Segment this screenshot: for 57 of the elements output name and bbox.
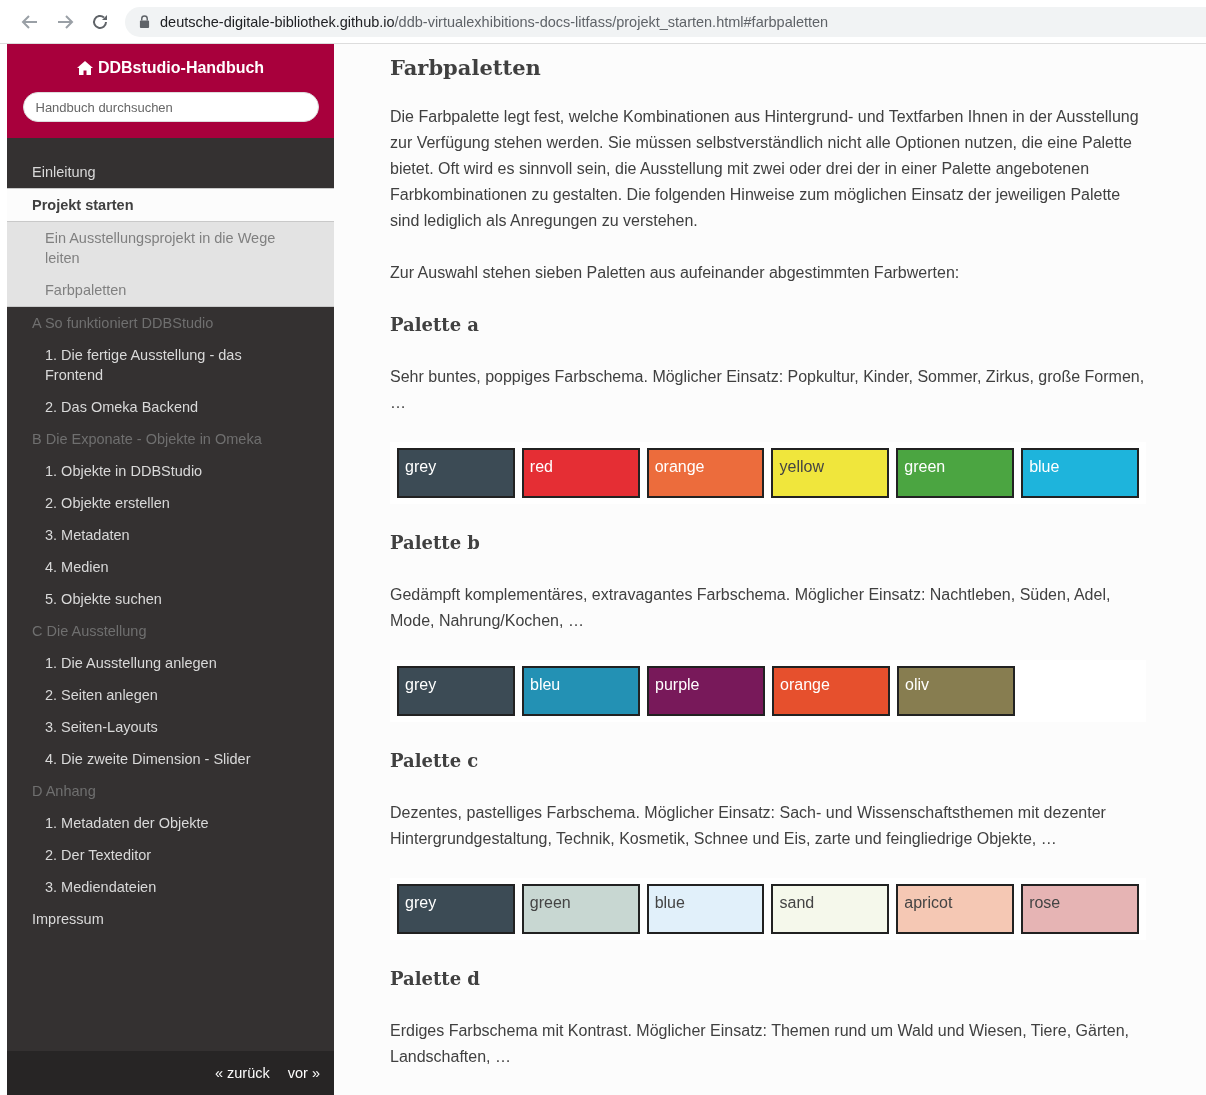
- color-swatch: orange: [646, 448, 765, 498]
- paragraph: Zur Auswahl stehen sieben Paletten aus aufeinander abgestimmten Farbwerten:: [390, 263, 961, 283]
- section-caption: C Die Ausstellung: [31, 622, 148, 641]
- address-bar[interactable]: deutsche-digitale-bibliothek.github.io/ddb-virtualexhibitions-docs-litfass/projekt_starten.html#farbpaletten: [125, 6, 1206, 37]
- nav-link[interactable]: 4. Die zweite Dimension - Slider: [7, 743, 334, 775]
- color-swatch: grey: [397, 884, 515, 934]
- color-swatch: red: [521, 448, 640, 498]
- nav-link[interactable]: 1. Die fertige Ausstellung - das Frontend: [7, 339, 334, 391]
- section-heading: Palette a: [390, 313, 480, 337]
- color-swatch: blue: [646, 884, 765, 934]
- color-swatch: yellow: [771, 448, 890, 498]
- home-icon: [76, 61, 93, 75]
- nav-link[interactable]: Projekt starten: [7, 188, 334, 222]
- home-link[interactable]: DDBstudio-Handbuch: [76, 59, 265, 77]
- nav-link[interactable]: 3. Seiten-Layouts: [7, 711, 334, 743]
- color-swatch: grey: [397, 448, 515, 498]
- section-caption: B Die Exponate - Objekte in Omeka: [31, 430, 263, 449]
- section-caption: A So funktioniert DDBStudio: [31, 314, 215, 333]
- paragraph: Sehr buntes, poppiges Farbschema. Möglicher Einsatz: Popkultur, Kinder, Sommer, Zirkus, große Formen, …: [390, 367, 1146, 413]
- color-swatch: bleu: [522, 666, 640, 716]
- search-field[interactable]: Handbuch durchsuchen: [22, 92, 319, 122]
- paragraph: Dezentes, pastelliges Farbschema. Möglicher Einsatz: Sach- und Wissenschaftsthemen mit dezenter Hintergrundgestaltung, Technik, Kosmetik, Schnee und Eis, zarte und feingliedrige Objekte, …: [390, 803, 1107, 849]
- lock-icon: [139, 15, 150, 28]
- section-caption: D Anhang: [31, 782, 97, 801]
- paragraph: Die Farbpalette legt fest, welche Kombinationen aus Hintergrund- und Textfarben Ihnen in der Ausstellung zur Verfügung stehen werden. Sie müssen selbstverständlich nicht alle Optionen nutzen, die eine Palette bietet. Oft wird es sinnvoll sein, die Ausstellung mit zwei oder drei der in einer Palette angebotenen Farbkombinationen zu gestalten. Die folgenden Hinweise zum möglichen Einsatz der jeweiligen Palette sind lediglich als Anregungen zu verstehen.: [390, 107, 1140, 231]
- color-swatch: green: [896, 448, 1015, 498]
- color-swatch: sand: [771, 884, 890, 934]
- nav-link[interactable]: Einleitung: [7, 156, 334, 188]
- nav-link[interactable]: 3. Metadaten: [7, 519, 334, 551]
- section-heading: Palette b: [390, 531, 481, 555]
- nav-link[interactable]: 2. Objekte erstellen: [7, 487, 334, 519]
- color-swatch: rose: [1021, 884, 1139, 934]
- nav-link[interactable]: 2. Der Texteditor: [7, 839, 334, 871]
- nav-link[interactable]: 4. Medien: [7, 551, 334, 583]
- color-swatch: orange: [772, 666, 890, 716]
- color-swatch: oliv: [897, 666, 1015, 716]
- nav-link[interactable]: 5. Objekte suchen: [7, 583, 334, 615]
- color-swatch: blue: [1021, 448, 1139, 498]
- nav-link[interactable]: 2. Seiten anlegen: [7, 679, 334, 711]
- section-heading: Palette c: [390, 749, 480, 773]
- nav-link[interactable]: Impressum: [7, 903, 334, 935]
- nav-link[interactable]: 1. Metadaten der Objekte: [7, 807, 334, 839]
- paragraph: Erdiges Farbschema mit Kontrast. Möglicher Einsatz: Themen rund um Wald und Wiesen, Tiere, Gärten, Landschaften, …: [390, 1021, 1130, 1067]
- url-text: deutsche-digitale-bibliothek.github.io/ddb-virtualexhibitions-docs-litfass/projekt_starten.html#farbpaletten: [160, 13, 829, 30]
- nav-link[interactable]: 1. Die Ausstellung anlegen: [7, 647, 334, 679]
- color-swatch: apricot: [896, 884, 1015, 934]
- section-heading: Palette d: [390, 967, 481, 991]
- color-swatch: green: [521, 884, 640, 934]
- color-swatch: grey: [397, 666, 515, 716]
- previous-link[interactable]: « zurück: [214, 1065, 270, 1081]
- nav-link[interactable]: 2. Das Omeka Backend: [7, 391, 334, 423]
- nav-link[interactable]: 3. Mediendateien: [7, 871, 334, 903]
- color-swatch: purple: [647, 666, 765, 716]
- nav-link[interactable]: 1. Objekte in DDBStudio: [7, 455, 334, 487]
- next-link[interactable]: vor »: [287, 1065, 320, 1081]
- paragraph: Gedämpft komplementäres, extravagantes Farbschema. Möglicher Einsatz: Nachtleben, Süden, Adel, Mode, Nahrung/Kochen, …: [390, 585, 1112, 631]
- page-heading: Farbpaletten: [390, 54, 542, 82]
